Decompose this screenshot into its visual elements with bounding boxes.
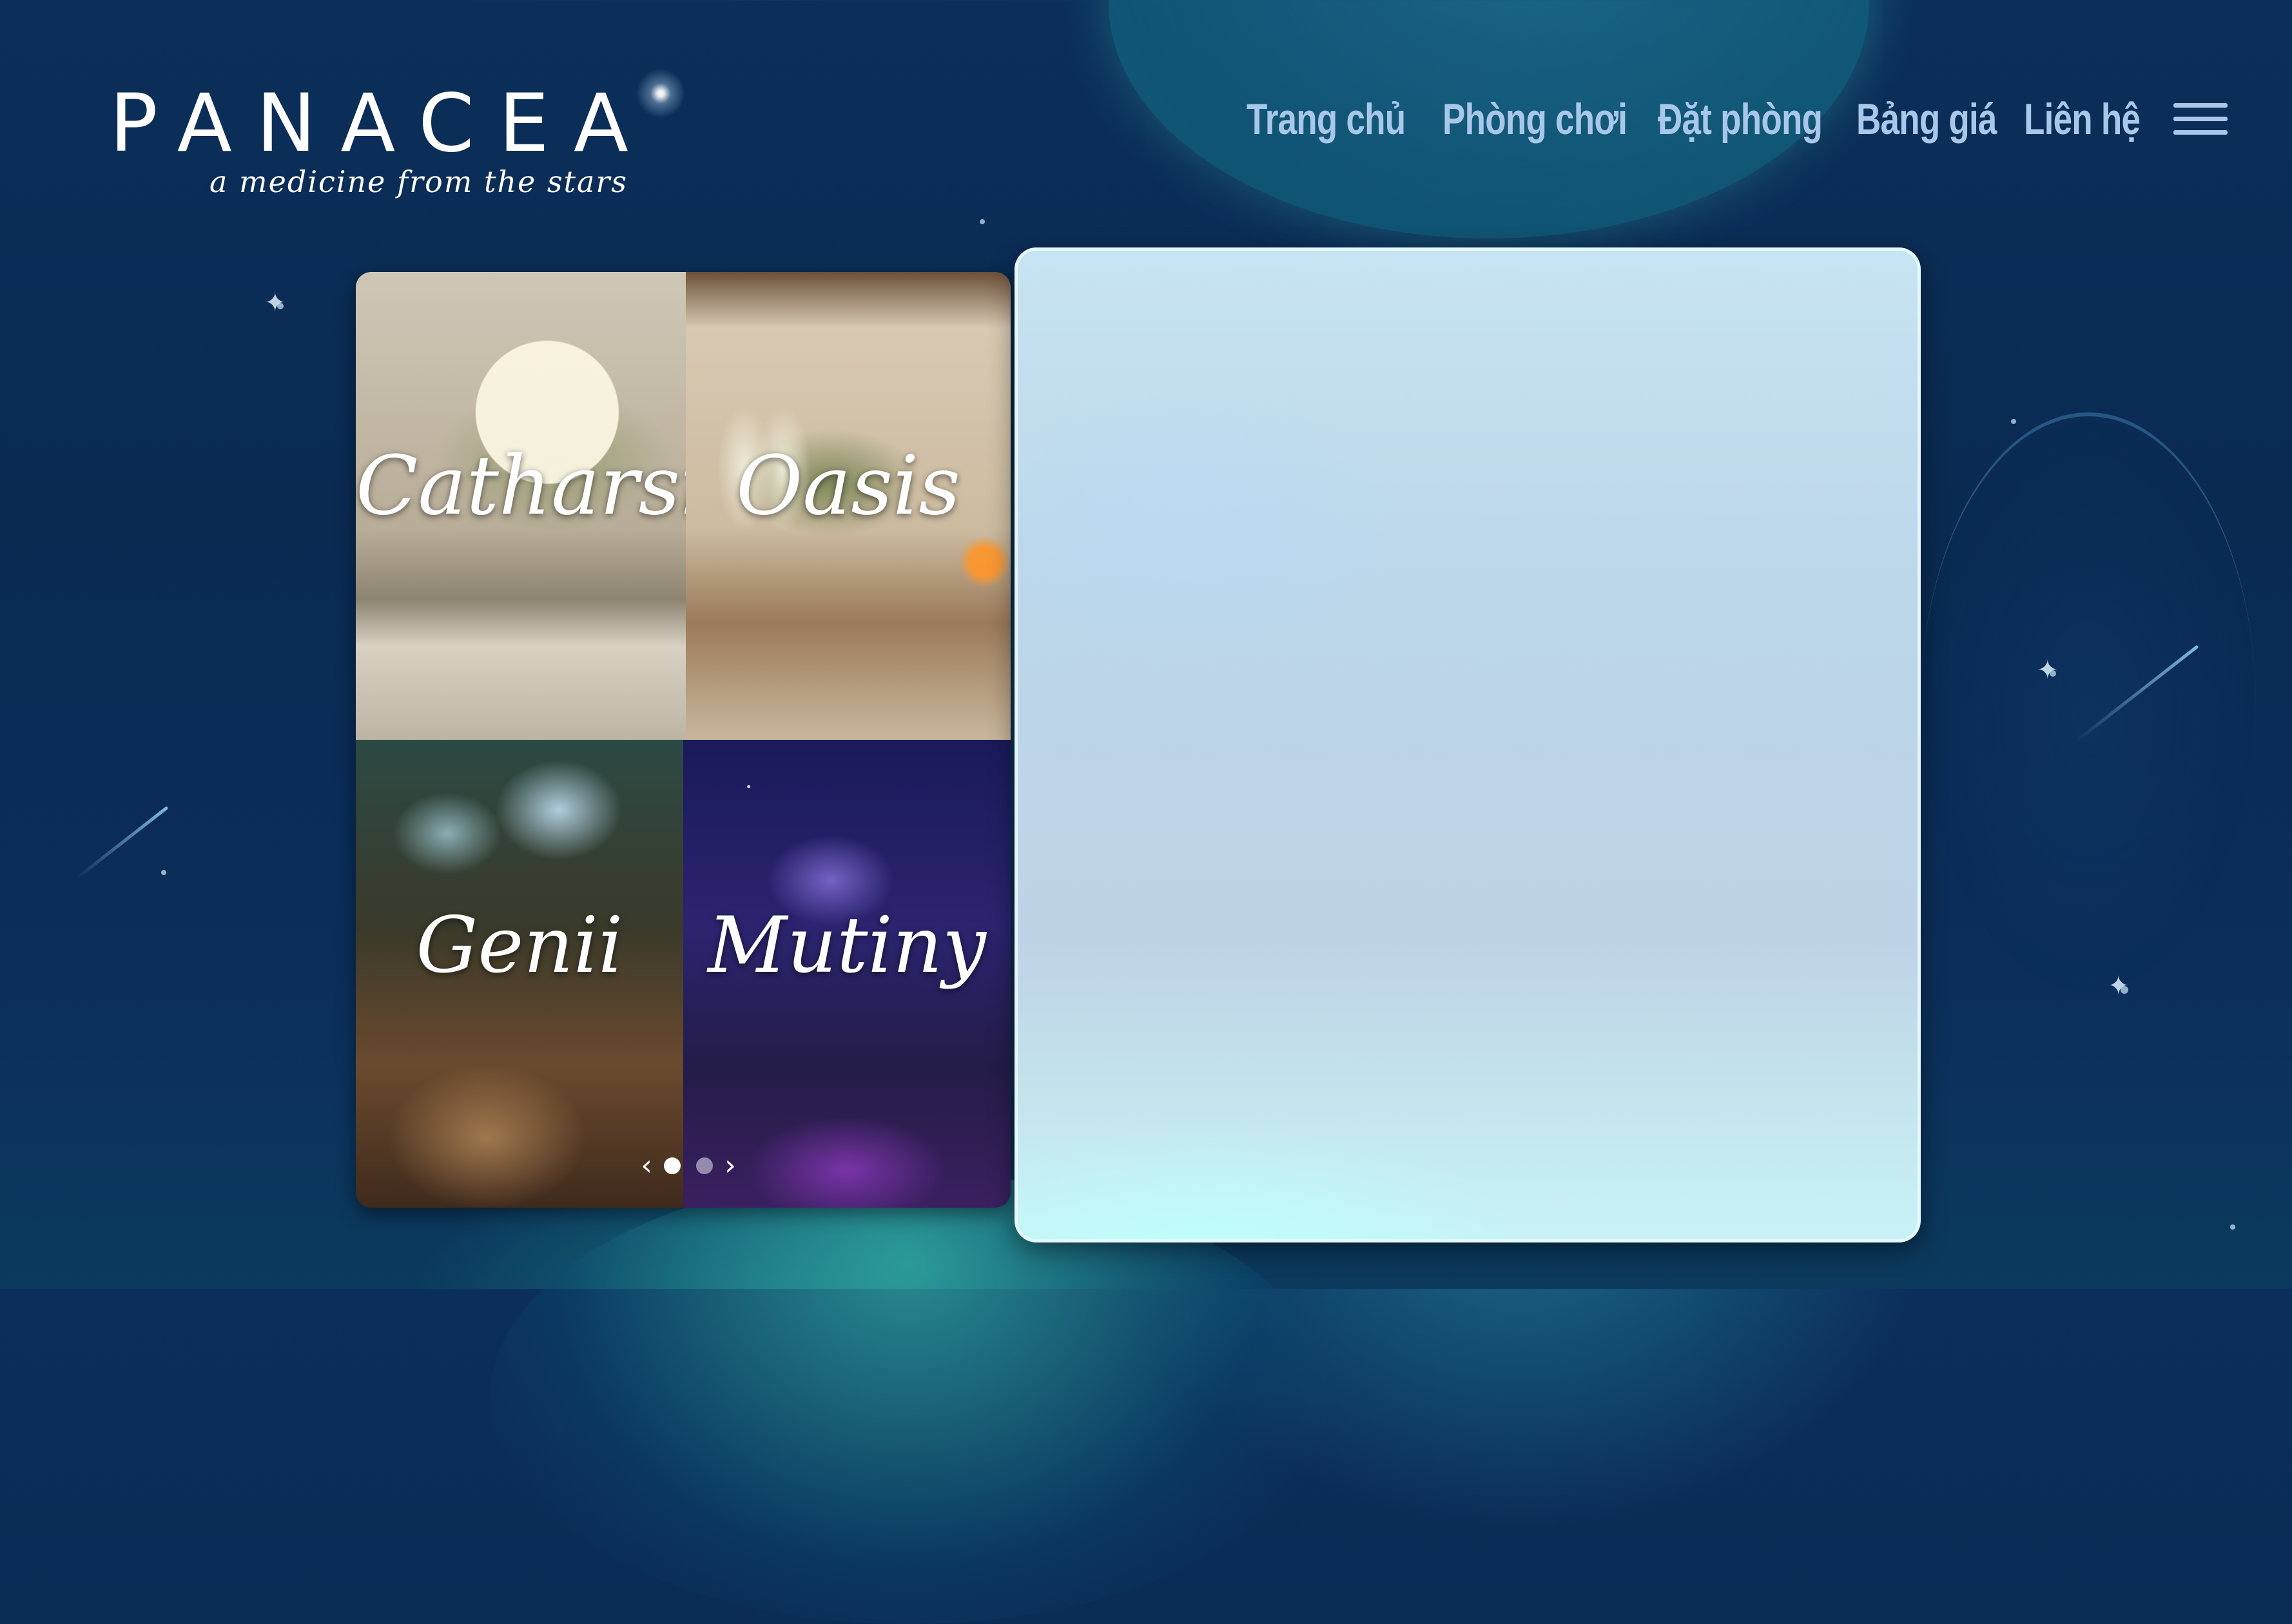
background-star	[2230, 1224, 2235, 1230]
glass-content-panel	[1015, 247, 1921, 1242]
sparkle-icon: ✦	[2037, 656, 2059, 684]
brand-tagline: a medicine from the stars	[209, 164, 628, 199]
room-tile-genii[interactable]: Genii	[356, 740, 683, 1208]
nav-item-label: Bảng giá	[1856, 95, 1997, 144]
nav-item-label: Phòng chơi	[1442, 95, 1627, 144]
nav-item-home[interactable]: Trang chủ	[1247, 90, 1476, 148]
background-star	[2011, 419, 2016, 424]
background-star	[161, 870, 166, 875]
hamburger-menu-icon[interactable]	[2173, 103, 2228, 138]
room-tile-catharsis[interactable]: Catharsis	[356, 272, 686, 740]
room-gallery: Catharsis Oasis Genii Mutiny	[356, 272, 1011, 1208]
chevron-right-icon[interactable]: ›	[721, 1152, 740, 1180]
brand-name: PANACEA	[110, 77, 653, 170]
shooting-star	[75, 806, 169, 880]
brand-logo[interactable]: PANACEA a medicine from the stars	[110, 77, 690, 206]
room-tile-oasis[interactable]: Oasis	[686, 272, 1011, 740]
room-title: Oasis	[735, 438, 961, 533]
sparkle-icon: ✦	[264, 289, 286, 317]
chevron-left-icon[interactable]: ‹	[637, 1152, 656, 1180]
room-title: Mutiny	[708, 901, 986, 991]
room-tile-mutiny[interactable]: Mutiny	[683, 740, 1011, 1208]
carousel-dot-2[interactable]	[696, 1157, 713, 1174]
background-star	[980, 219, 985, 224]
background-planet-right	[1921, 412, 2256, 996]
nav-item-label: Đặt phòng	[1658, 95, 1823, 144]
logo-star-icon	[632, 64, 690, 122]
nav-item-contact[interactable]: Liên hệ	[2024, 90, 2199, 148]
carousel-dot-1[interactable]	[664, 1157, 681, 1174]
carousel-controls: ‹ ›	[637, 1150, 740, 1182]
room-title: Catharsis	[356, 438, 686, 533]
nav-item-label: Liên hệ	[2024, 95, 2141, 144]
room-title: Genii	[416, 901, 623, 991]
sparkle-icon: ✦	[2108, 972, 2130, 1000]
nav-item-label: Trang chủ	[1247, 95, 1406, 144]
